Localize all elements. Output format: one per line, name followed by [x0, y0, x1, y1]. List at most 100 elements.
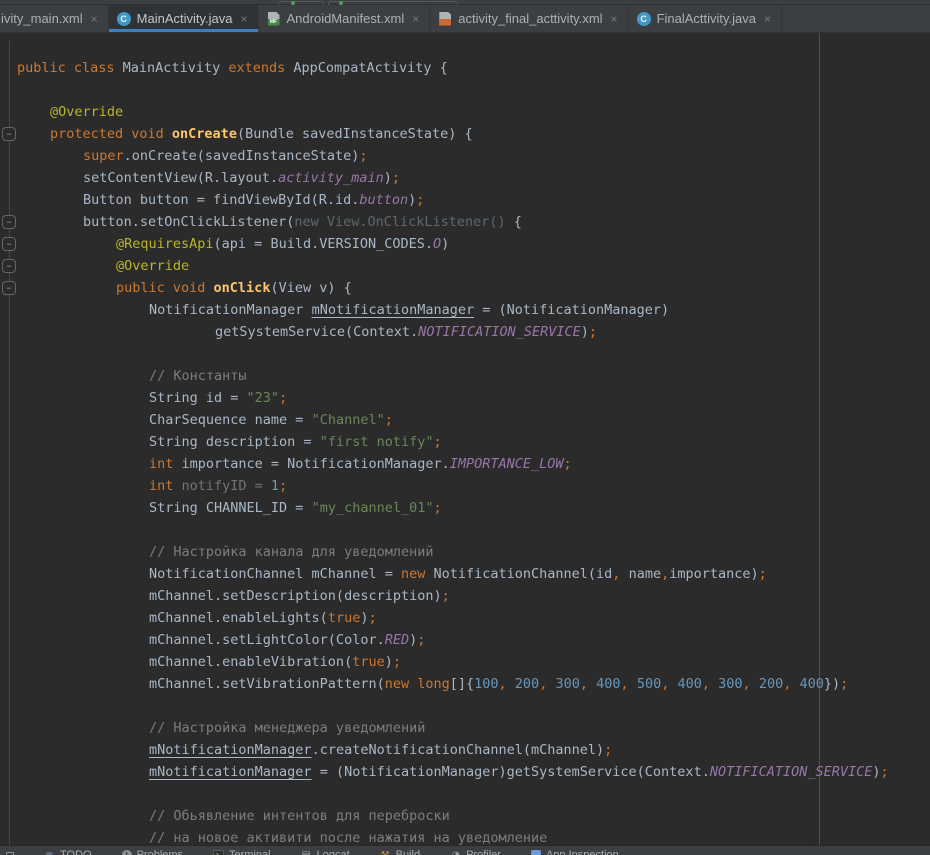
- toolwindow-button-problems[interactable]: !Problems: [122, 849, 183, 855]
- tab-mainactivity-java[interactable]: CMainActivity.java×: [109, 5, 259, 32]
- close-icon[interactable]: ×: [412, 12, 419, 26]
- toolwindow-button-terminal[interactable]: >_Terminal: [213, 849, 271, 855]
- code-token: 500: [637, 676, 661, 692]
- code-line[interactable]: [0, 343, 930, 365]
- code-token: .createNotificationChannel(mChannel): [312, 742, 605, 758]
- code-area[interactable]: public class MainActivity extends AppCom…: [0, 57, 930, 845]
- code-token: mNotificationManager: [149, 742, 312, 758]
- code-token: }): [824, 676, 840, 692]
- code-token: ,: [661, 566, 669, 582]
- code-token: ;: [279, 390, 287, 406]
- code-line[interactable]: // Настройка менеджера уведомлений: [0, 717, 930, 739]
- fold-collapse-icon[interactable]: −: [2, 237, 16, 251]
- code-token: 400: [596, 676, 620, 692]
- code-line[interactable]: mChannel.setDescription(description);: [0, 585, 930, 607]
- code-token: true: [352, 654, 385, 670]
- code-token: ,: [499, 676, 507, 692]
- code-line[interactable]: mChannel.enableVibration(true);: [0, 651, 930, 673]
- code-line[interactable]: // Обьявление интентов для переброски: [0, 805, 930, 827]
- code-line[interactable]: mNotificationManager.createNotificationC…: [0, 739, 930, 761]
- code-token: // на новое активити после нажатия на ув…: [149, 830, 547, 845]
- code-line[interactable]: mNotificationManager = (NotificationMana…: [0, 761, 930, 783]
- code-line[interactable]: mChannel.setVibrationPattern(new long[]{…: [0, 673, 930, 695]
- toolwindow-button-app-inspection[interactable]: App Inspection: [531, 849, 619, 855]
- close-icon[interactable]: ×: [91, 12, 98, 26]
- code-token: String CHANNEL_ID =: [149, 500, 312, 516]
- code-line[interactable]: CharSequence name = "Channel";: [0, 409, 930, 431]
- toolwindow-button-profiler[interactable]: ◔Profiler: [450, 849, 501, 855]
- fold-collapse-icon[interactable]: −: [2, 281, 16, 295]
- code-line[interactable]: public void onClick(View v) {: [0, 277, 930, 299]
- fold-collapse-icon[interactable]: −: [2, 259, 16, 273]
- code-line[interactable]: // Константы: [0, 365, 930, 387]
- code-token: ;: [385, 412, 393, 428]
- code-token: "my_channel_01": [312, 500, 434, 516]
- code-line[interactable]: mChannel.setLightColor(Color.RED);: [0, 629, 930, 651]
- tab-finalacttivity-java[interactable]: CFinalActtivity.java×: [629, 5, 782, 32]
- code-line[interactable]: public class MainActivity extends AppCom…: [0, 57, 930, 79]
- code-token: IMPORTANCE_LOW: [450, 456, 564, 472]
- code-line[interactable]: protected void onCreate(Bundle savedInst…: [0, 123, 930, 145]
- code-token: mChannel.enableLights(: [149, 610, 328, 626]
- code-line[interactable]: setContentView(R.layout.activity_main);: [0, 167, 930, 189]
- code-line[interactable]: // Настройка канала для уведомлений: [0, 541, 930, 563]
- code-token: ;: [433, 434, 441, 450]
- code-token: [588, 676, 596, 692]
- toolwindow-label: Terminal: [229, 849, 271, 855]
- code-token: RED: [385, 632, 409, 648]
- tab-activity-final-acttivity-xml[interactable]: activity_final_acttivity.xml ×: [430, 5, 628, 32]
- close-icon[interactable]: ×: [240, 12, 247, 26]
- code-line[interactable]: String CHANNEL_ID = "my_channel_01";: [0, 497, 930, 519]
- fold-collapse-icon[interactable]: −: [2, 215, 16, 229]
- code-token: (api = Build.VERSION_CODES.: [214, 236, 433, 252]
- code-token: ;: [393, 654, 401, 670]
- code-line[interactable]: NotificationChannel mChannel = new Notif…: [0, 563, 930, 585]
- code-line[interactable]: [0, 783, 930, 805]
- code-editor[interactable]: public class MainActivity extends AppCom…: [0, 33, 930, 845]
- code-line[interactable]: Button button = findViewById(R.id.button…: [0, 189, 930, 211]
- code-line[interactable]: int notifyID = 1;: [0, 475, 930, 497]
- code-token: ;: [416, 192, 424, 208]
- code-line[interactable]: @Override: [0, 255, 930, 277]
- tab-ivity-main-xml[interactable]: ivity_main.xml ×: [0, 5, 109, 32]
- code-token: mChannel.setDescription(description): [149, 588, 442, 604]
- code-line[interactable]: // на новое активити после нажатия на ув…: [0, 827, 930, 845]
- code-line[interactable]: NotificationManager mNotificationManager…: [0, 299, 930, 321]
- code-token: "23": [247, 390, 280, 406]
- code-line[interactable]: [0, 519, 930, 541]
- code-line[interactable]: mChannel.enableLights(true);: [0, 607, 930, 629]
- tab-androidmanifest-xml[interactable]: MFAndroidManifest.xml×: [259, 5, 431, 32]
- code-line[interactable]: [0, 79, 930, 101]
- code-token: ): [385, 654, 393, 670]
- close-icon[interactable]: ×: [764, 12, 771, 26]
- code-token: 400: [677, 676, 701, 692]
- code-token: mNotificationManager: [312, 302, 475, 318]
- code-token: ,: [580, 676, 588, 692]
- code-line[interactable]: super.onCreate(savedInstanceState);: [0, 145, 930, 167]
- tab-label: ivity_main.xml: [1, 11, 83, 26]
- code-line[interactable]: button.setOnClickListener(new View.OnCli…: [0, 211, 930, 233]
- toolwindow-label: TODO: [60, 849, 92, 855]
- toolwindow-button-logcat[interactable]: ▤Logcat: [301, 849, 350, 855]
- code-token: NotificationManager: [149, 302, 312, 318]
- tab-label: activity_final_acttivity.xml: [458, 11, 602, 26]
- toolwindow-button-build[interactable]: ⚒Build: [380, 849, 420, 855]
- tab-label: AndroidManifest.xml: [287, 11, 405, 26]
- code-line[interactable]: @Override: [0, 101, 930, 123]
- code-token: NOTIFICATION_SERVICE: [710, 764, 873, 780]
- close-icon[interactable]: ×: [611, 12, 618, 26]
- code-token: ): [872, 764, 880, 780]
- code-line[interactable]: int importance = NotificationManager.IMP…: [0, 453, 930, 475]
- code-token: ,: [621, 676, 629, 692]
- code-line[interactable]: String description = "first notify";: [0, 431, 930, 453]
- code-token: (Bundle savedInstanceState) {: [237, 126, 473, 142]
- code-line[interactable]: String id = "23";: [0, 387, 930, 409]
- code-token: O: [433, 236, 441, 252]
- code-line[interactable]: [0, 695, 930, 717]
- code-line[interactable]: @RequiresApi(api = Build.VERSION_CODES.O…: [0, 233, 930, 255]
- code-token: 200: [515, 676, 539, 692]
- code-line[interactable]: getSystemService(Context.NOTIFICATION_SE…: [0, 321, 930, 343]
- toolwindow-button-todo[interactable]: ≡TODO: [44, 849, 92, 855]
- fold-collapse-icon[interactable]: −: [2, 127, 16, 141]
- profiler-icon: ◔: [450, 850, 461, 855]
